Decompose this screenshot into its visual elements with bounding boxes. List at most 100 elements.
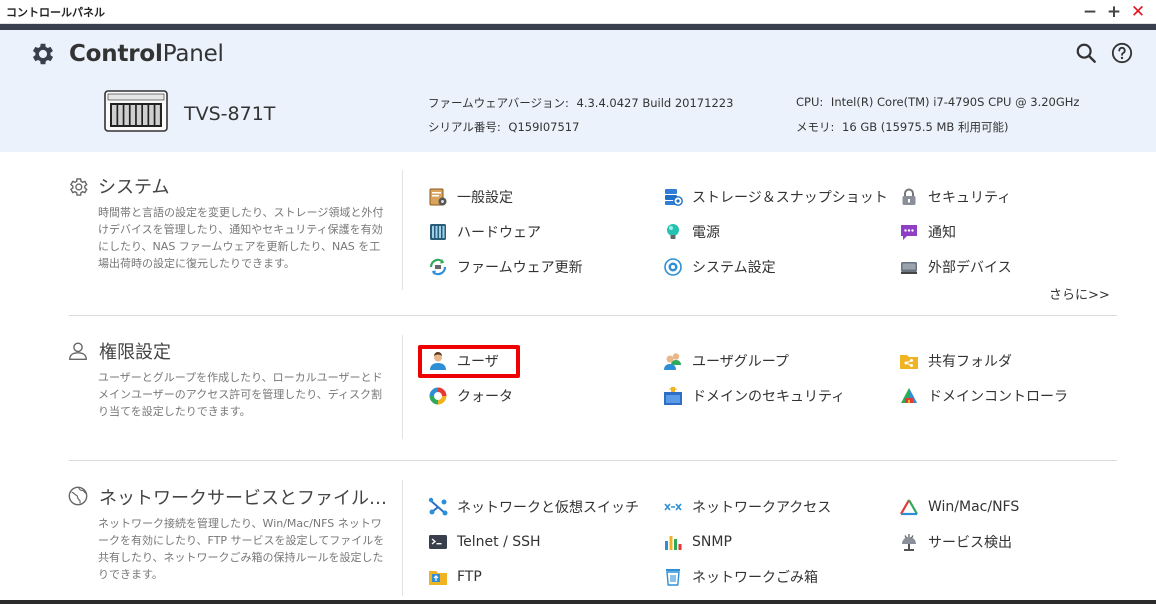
network-switch-icon [428, 497, 448, 516]
menu-item-label: クォータ [457, 389, 513, 405]
menu-item-quota[interactable]: クォータ [428, 383, 513, 409]
menu-item-label: ネットワークごみ箱 [692, 570, 818, 586]
cpu-info: CPU: Intel(R) Core(TM) i7-4790S CPU @ 3.… [796, 95, 1079, 109]
window-title-bar: コントロールパネル − + ✕ [0, 0, 1156, 24]
person-icon [69, 342, 87, 360]
storage-snapshot-icon [665, 189, 683, 206]
section-desc-network: ネットワーク接続を管理したり、Win/Mac/NFS ネットワークを有効にしたり… [98, 517, 385, 581]
menu-item-general-settings[interactable]: 一般設定 [428, 184, 513, 210]
menu-item-label: 一般設定 [457, 190, 513, 206]
window-bottom-border [0, 600, 1156, 604]
section-divider [402, 170, 403, 290]
header-stripe [0, 24, 1156, 30]
section-separator [69, 315, 1117, 316]
device-model: TVS-871T [184, 103, 276, 125]
help-icon[interactable] [1111, 42, 1133, 64]
power-bulb-icon [667, 224, 679, 239]
minimize-button[interactable]: − [1080, 1, 1100, 23]
menu-item-win-mac-nfs[interactable]: Win/Mac/NFS [899, 494, 1019, 520]
menu-item-network-access[interactable]: ネットワークアクセス [663, 494, 831, 520]
menu-item-firmware-update[interactable]: ファームウェア更新 [428, 254, 583, 280]
page-title-rest: Panel [162, 41, 224, 67]
user-highlight-box [418, 345, 520, 378]
menu-item-label: ユーザグループ [692, 354, 789, 370]
firmware-label: ファームウェアバージョン: [428, 96, 569, 110]
menu-item-domain-security[interactable]: ドメインのセキュリティ [663, 383, 845, 409]
menu-item-notification[interactable]: 通知 [899, 219, 956, 245]
search-icon[interactable] [1075, 42, 1097, 64]
menu-item-snmp[interactable]: SNMP [663, 529, 732, 555]
menu-item-storage-snapshot[interactable]: ストレージ＆スナップショット [663, 184, 888, 210]
service-discovery-icon [902, 534, 916, 551]
serial-value: Q159I07517 [508, 120, 580, 134]
menu-item-label: ドメインのセキュリティ [692, 389, 846, 405]
menu-item-service-discovery[interactable]: サービス検出 [899, 529, 1012, 555]
serial-info: シリアル番号: Q159I07517 [428, 119, 579, 135]
firmware-value: 4.3.4.0427 Build 20171223 [576, 96, 734, 110]
menu-item-label: ネットワークアクセス [692, 500, 832, 516]
menu-item-system-settings[interactable]: システム設定 [663, 254, 776, 280]
general-settings-icon [429, 188, 447, 206]
menu-item-label: ファームウェア更新 [457, 260, 583, 276]
page-title-bold: Control [69, 41, 163, 67]
shared-folder-icon [900, 355, 918, 369]
system-gear-icon [70, 178, 88, 196]
menu-item-shared-folder[interactable]: 共有フォルダ [899, 348, 1012, 374]
menu-item-label: ストレージ＆スナップショット [692, 190, 888, 206]
section-divider [402, 335, 403, 439]
notification-icon [901, 225, 917, 240]
header: ControlPanel TVS-871T ファームウェアバージョン: 4.3.… [0, 24, 1156, 152]
recycle-bin-icon [666, 569, 680, 586]
menu-item-domain-controller[interactable]: ドメインコントローラ [899, 383, 1068, 409]
menu-item-label: ハードウェア [457, 225, 541, 241]
menu-item-security[interactable]: セキュリティ [899, 184, 1011, 210]
menu-item-power[interactable]: 電源 [663, 219, 720, 245]
network-access-icon [664, 503, 682, 511]
section-title-system: システム [98, 177, 170, 198]
memory-info: メモリ: 16 GB (15975.5 MB 利用可能) [796, 119, 1008, 135]
menu-item-label: システム設定 [692, 260, 776, 276]
menu-item-hardware[interactable]: ハードウェア [428, 219, 541, 245]
section-desc-privilege: ユーザーとグループを作成したり、ローカルユーザーとドメインユーザーのアクセス許可… [98, 371, 383, 418]
menu-item-label: セキュリティ [928, 190, 1012, 206]
menu-item-label: 電源 [692, 225, 720, 241]
menu-item-user-group[interactable]: ユーザグループ [663, 348, 789, 374]
menu-item-external-device[interactable]: 外部デバイス [899, 254, 1012, 280]
menu-item-label: 通知 [928, 225, 956, 241]
user-group-icon [664, 353, 681, 370]
maximize-button[interactable]: + [1104, 1, 1124, 23]
section-separator [69, 460, 1117, 461]
firmware-update-icon [429, 258, 447, 276]
system-settings-icon [664, 258, 682, 276]
menu-item-label: Win/Mac/NFS [928, 499, 1020, 515]
domain-controller-icon [901, 388, 917, 403]
section-title-privilege: 権限設定 [99, 342, 171, 363]
menu-item-ftp[interactable]: FTP [428, 564, 482, 590]
nas-device-image [104, 90, 168, 132]
globe-icon [68, 486, 88, 506]
close-button[interactable]: ✕ [1128, 1, 1148, 23]
section-divider [402, 480, 403, 596]
menu-item-network-switch[interactable]: ネットワークと仮想スイッチ [428, 494, 639, 520]
ftp-icon [429, 571, 447, 585]
memory-label: メモリ: [796, 120, 835, 134]
window-title: コントロールパネル [6, 6, 105, 19]
menu-item-label: ドメインコントローラ [928, 389, 1068, 405]
page-title: ControlPanel [69, 41, 224, 67]
menu-item-telnet-ssh[interactable]: Telnet / SSH [428, 529, 541, 555]
more-link[interactable]: さらに>> [1049, 284, 1110, 303]
menu-item-label: サービス検出 [928, 535, 1012, 551]
section-desc-system: 時間帯と言語の設定を変更したり、ストレージ領域と外付けデバイスを管理したり、通知… [98, 206, 384, 270]
hardware-icon [430, 224, 446, 240]
memory-value: 16 GB (15975.5 MB 利用可能) [842, 120, 1009, 134]
cpu-value: Intel(R) Core(TM) i7-4790S CPU @ 3.20GHz [830, 95, 1080, 109]
menu-item-label: 外部デバイス [928, 260, 1012, 276]
section-title-network: ネットワークサービスとファイル… [99, 488, 387, 509]
menu-item-label: FTP [457, 569, 482, 585]
win-mac-nfs-icon [900, 499, 918, 516]
serial-label: シリアル番号: [428, 120, 501, 134]
menu-item-recycle-bin[interactable]: ネットワークごみ箱 [663, 564, 818, 590]
snmp-chart-icon [665, 536, 682, 550]
lock-icon [902, 188, 916, 205]
domain-security-icon [664, 387, 682, 405]
